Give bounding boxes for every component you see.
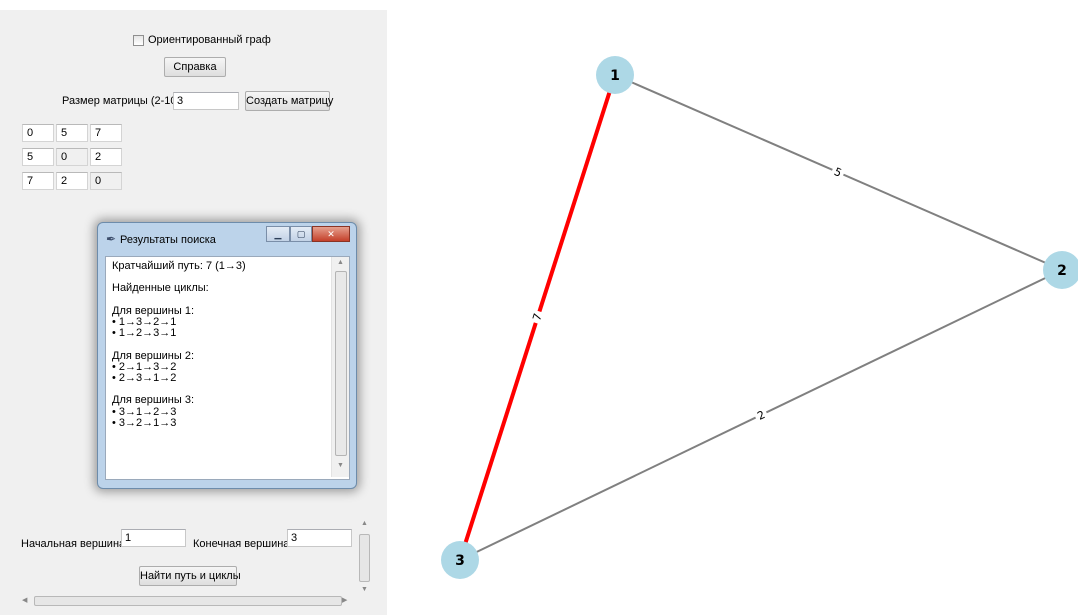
scroll-up-icon[interactable]: ▲ [337, 259, 344, 266]
graph-node-2[interactable]: 2 [1043, 251, 1078, 289]
matrix-cell[interactable]: 2 [90, 148, 122, 166]
start-vertex-input[interactable]: 1 [121, 529, 186, 547]
end-vertex-label: Конечная вершина: [193, 538, 293, 550]
maximize-icon[interactable]: ▢ [290, 226, 312, 242]
matrix-cell[interactable]: 7 [90, 124, 122, 142]
scroll-left-icon[interactable]: ◀ [22, 596, 27, 604]
scroll-up-icon[interactable]: ▲ [361, 520, 368, 527]
scroll-right-icon[interactable]: ▶ [342, 596, 347, 604]
minimize-icon[interactable]: ▁ [266, 226, 290, 242]
matrix-cell[interactable]: 5 [56, 124, 88, 142]
help-button[interactable]: Справка [164, 57, 226, 77]
close-icon[interactable]: ✕ [312, 226, 350, 242]
scroll-down-icon[interactable]: ▼ [361, 586, 368, 593]
results-scroll-thumb[interactable] [335, 271, 347, 456]
results-textbox[interactable]: Кратчайший путь: 7 (1→3) Найденные циклы… [105, 256, 350, 480]
directed-graph-checkbox[interactable] [133, 35, 144, 46]
edge-label-1-3: 7 [528, 309, 546, 325]
matrix-size-label: Размер матрицы (2-10): [62, 95, 184, 107]
hscroll-thumb[interactable] [34, 596, 342, 606]
end-vertex-input[interactable]: 3 [287, 529, 352, 547]
edge-label-1-2: 5 [829, 163, 847, 181]
svg-text:3: 3 [455, 553, 465, 569]
dialog-title: Результаты поиска [120, 234, 216, 246]
vertical-scrollbar[interactable]: ▲ ▼ [358, 520, 370, 598]
results-scrollbar[interactable]: ▲ ▼ [331, 257, 349, 477]
scroll-thumb[interactable] [359, 534, 370, 582]
search-results-dialog: ✒ Результаты поиска ▁ ▢ ✕ Кратчайший пут… [97, 222, 357, 489]
scroll-down-icon[interactable]: ▼ [337, 462, 344, 469]
directed-graph-label: Ориентированный граф [148, 34, 271, 46]
start-vertex-label: Начальная вершина: [21, 538, 129, 550]
edge-label-2-3: 2 [752, 406, 770, 424]
graph-node-3[interactable]: 3 [441, 541, 479, 579]
matrix-cell[interactable]: 5 [22, 148, 54, 166]
matrix-cell[interactable]: 0 [22, 124, 54, 142]
graph-canvas: 5 2 7 1 2 3 [441, 56, 1078, 579]
feather-icon: ✒ [106, 232, 117, 246]
graph-node-1[interactable]: 1 [596, 56, 634, 94]
svg-text:1: 1 [610, 68, 620, 84]
svg-text:2: 2 [1057, 263, 1067, 279]
matrix-cell[interactable]: 0 [90, 172, 122, 190]
find-path-and-cycles-button[interactable]: Найти путь и циклы [139, 566, 241, 586]
results-text: Кратчайший путь: 7 (1→3) Найденные циклы… [112, 260, 246, 429]
matrix-cell[interactable]: 7 [22, 172, 54, 190]
matrix-cell[interactable]: 0 [56, 148, 88, 166]
horizontal-scrollbar[interactable]: ◀ ▶ [22, 595, 350, 607]
matrix-cell[interactable]: 2 [56, 172, 88, 190]
create-matrix-button[interactable]: Создать матрицу [245, 91, 333, 111]
matrix-size-input[interactable]: 3 [173, 92, 239, 110]
